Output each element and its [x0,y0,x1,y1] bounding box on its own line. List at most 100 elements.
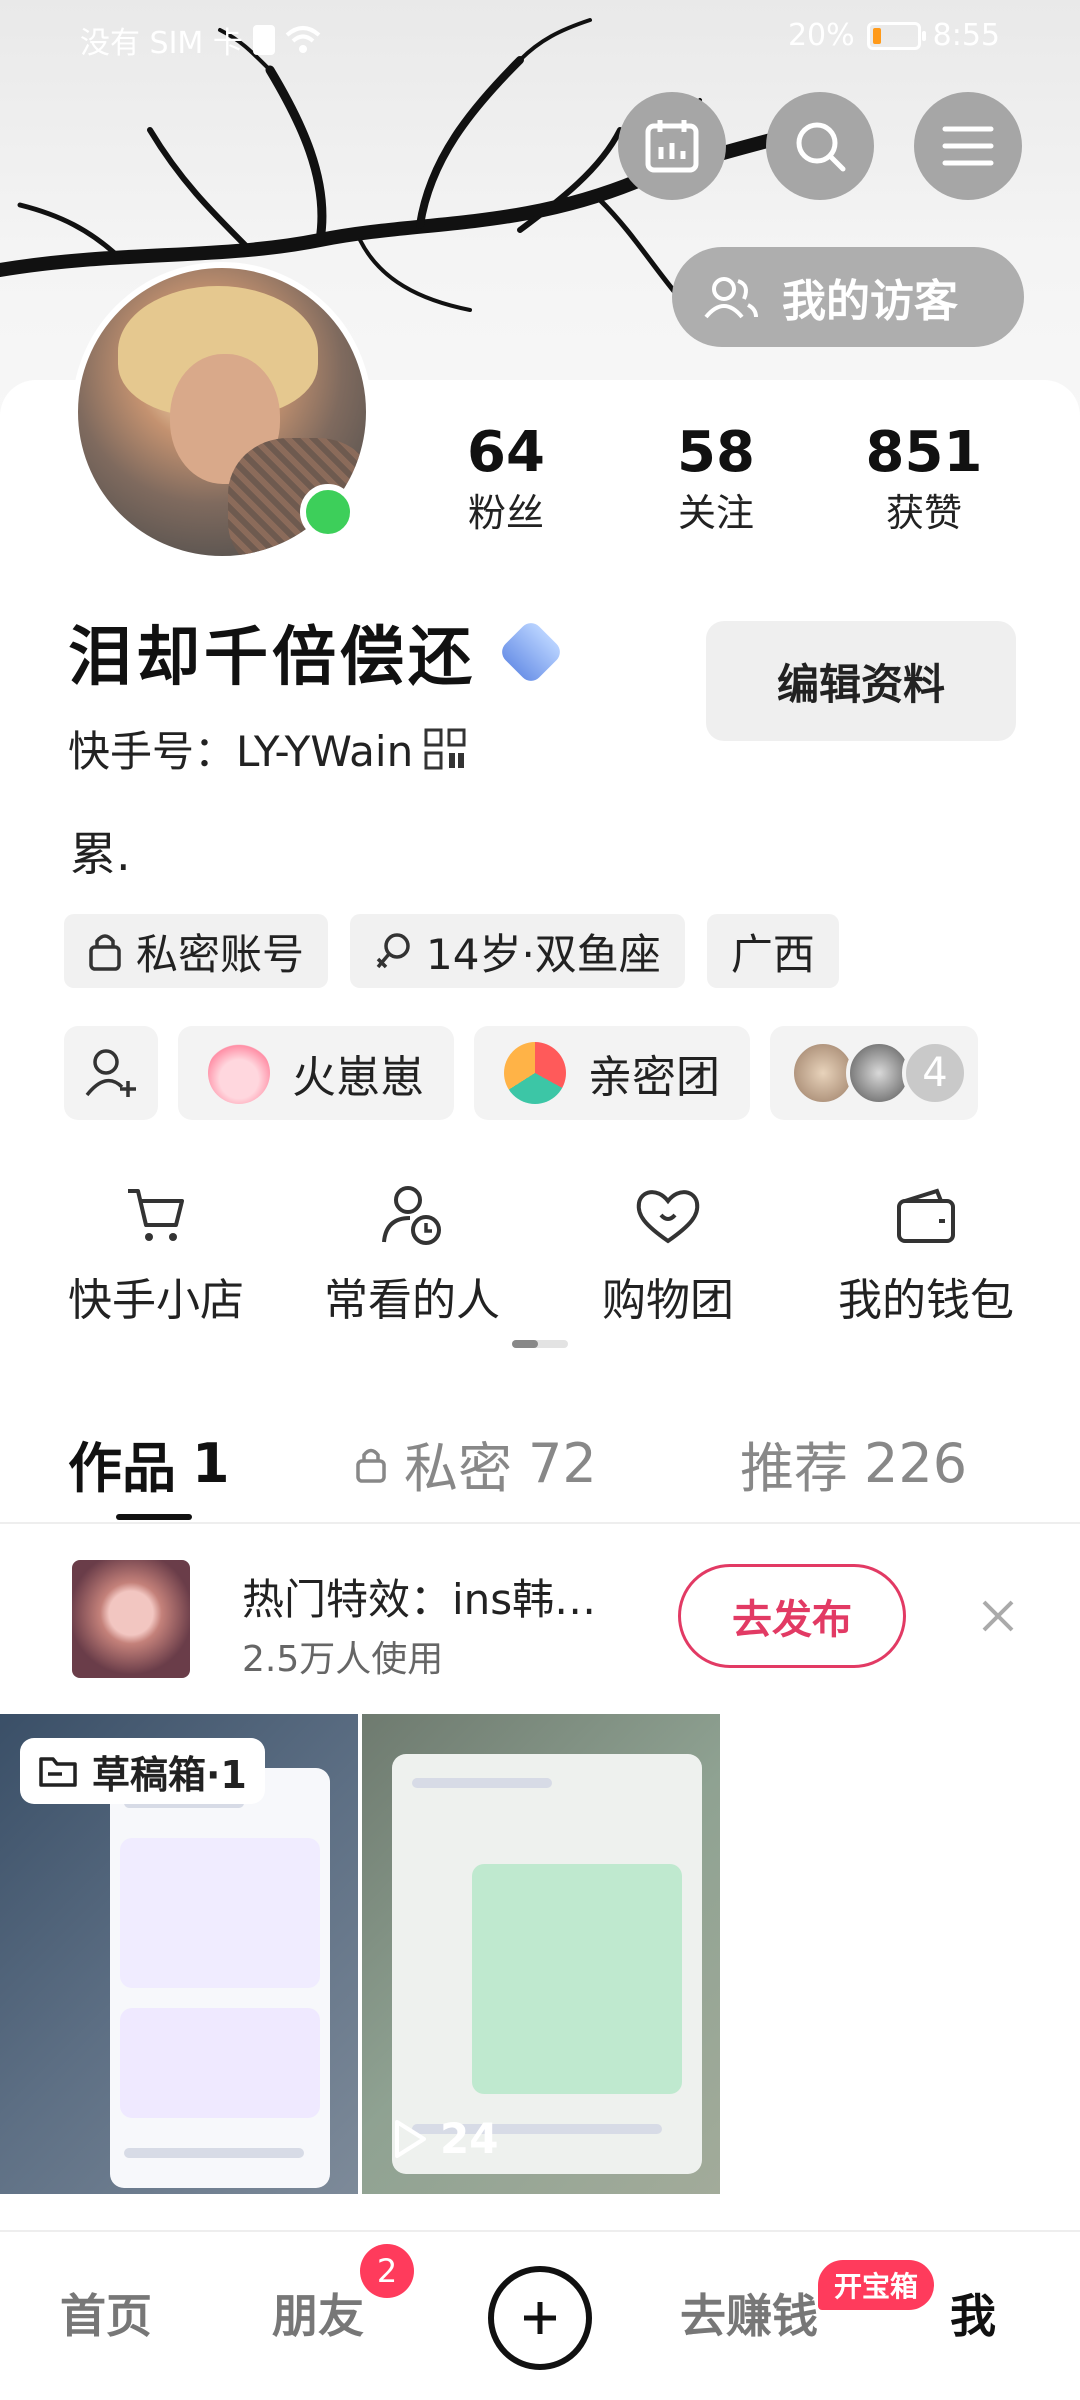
lock-icon [89,934,121,971]
search-icon [796,122,846,172]
calendar-icon [645,120,699,173]
shortcut-label: 购物团 [602,1275,734,1326]
nav-earn[interactable]: 去赚钱 [680,2280,818,2346]
nav-me[interactable]: 我 [950,2280,996,2346]
tag-age-zodiac[interactable]: 14岁·双鱼座 [350,914,685,988]
carrier-text: 没有 SIM 卡 [80,26,243,61]
fire-pet-button[interactable]: 火崽崽 [178,1026,454,1120]
stat-following[interactable]: 58 关注 [626,418,806,538]
create-button[interactable] [488,2266,592,2370]
screenshot-preview [110,1768,330,2188]
level-badge-icon[interactable] [497,618,565,686]
status-bar: 没有 SIM 卡 20% 8:55 [0,0,1080,72]
tab-label: 作品 [68,1437,176,1500]
effect-promo-banner: 热门特效：ins韩… 2.5万人使用 去发布 [0,1524,1080,1714]
nav-friends[interactable]: 朋友 [272,2280,364,2346]
kuaishou-id: 快手号：LY-YWain [68,727,414,776]
qr-code-icon [424,728,466,769]
tab-label: 推荐 [740,1437,848,1500]
add-user-icon [85,1049,136,1097]
gender-icon [376,933,410,969]
name-row: 泪却千倍偿还 [68,606,565,698]
person-clock-icon [382,1186,441,1245]
promo-subtitle: 2.5万人使用 [242,1639,444,1680]
works-grid: 草稿箱·1 24 [0,1714,1080,2194]
visitors-button[interactable]: 我的访客 [672,247,1024,347]
profile-bio: 累. [70,827,131,881]
plus-icon [524,2302,556,2334]
play-count-value: 24 [440,2114,499,2163]
heart-icon [636,1190,700,1244]
treasure-box-tag: 开宝箱 [818,2260,935,2310]
tab-private[interactable]: 私密 72 [354,1424,597,1503]
fire-pet-icon [208,1042,270,1104]
search-button[interactable] [766,92,874,200]
video-tile[interactable]: 24 [362,1714,720,2194]
promo-title: 热门特效：ins韩… [242,1575,597,1624]
tag-label: 广西 [730,929,815,979]
sim-alert-icon [252,25,275,55]
menu-button[interactable] [914,92,1022,200]
friends-more-count: 4 [902,1040,968,1106]
online-status-dot [300,484,356,540]
tab-recommended[interactable]: 推荐 226 [740,1424,967,1503]
stat-likes[interactable]: 851 获赞 [834,418,1014,538]
tag-label: 14岁·双鱼座 [426,929,661,979]
fire-pet-label: 火崽崽 [292,1052,424,1103]
add-friend-button[interactable] [64,1026,158,1120]
tab-count: 226 [864,1432,968,1495]
shortcut-wallet[interactable]: 我的钱包 [796,1176,1056,1328]
tab-works[interactable]: 作品 1 [68,1424,230,1503]
shortcut-page-indicator [512,1340,568,1348]
cart-icon [128,1189,184,1241]
tab-label: 私密 [404,1437,512,1500]
intimate-group-icon [504,1042,566,1104]
shortcut-shopping-group[interactable]: 购物团 [538,1176,798,1328]
bottom-navigation: 首页 朋友 2 去赚钱 开宝箱 我 [0,2230,1080,2400]
publish-button[interactable]: 去发布 [678,1564,906,1668]
tag-private-account[interactable]: 私密账号 [64,914,329,988]
tag-location[interactable]: 广西 [706,914,839,988]
wifi-icon [285,26,321,53]
clock: 8:55 [932,18,1000,53]
shortcut-label: 快手小店 [68,1275,244,1326]
stat-label: 获赞 [885,491,962,535]
intimate-group-button[interactable]: 亲密团 [474,1026,750,1120]
intimate-group-label: 亲密团 [588,1052,720,1103]
wallet-icon [897,1188,955,1243]
draft-box-text: 草稿箱·1 [92,1752,247,1797]
play-icon [395,2119,426,2158]
active-tab-indicator [116,1514,192,1520]
tab-count: 1 [192,1432,230,1495]
stat-label: 关注 [677,491,754,535]
play-count: 24 [392,2114,498,2163]
battery-icon [866,21,926,50]
folder-icon [39,1757,77,1787]
profile-tags: 私密账号 14岁·双鱼座 广西 [64,914,839,988]
stat-label: 粉丝 [467,491,544,535]
visitors-label: 我的访客 [782,276,958,327]
stat-fans[interactable]: 64 粉丝 [416,418,596,538]
draft-box-label: 草稿箱·1 [20,1738,265,1804]
kuaishou-id-row[interactable]: 快手号：LY-YWain [68,718,467,779]
battery-percent: 20% [787,18,855,53]
draft-box-tile[interactable]: 草稿箱·1 [0,1714,358,2194]
edit-profile-button[interactable]: 编辑资料 [706,621,1016,741]
shortcut-shop[interactable]: 快手小店 [26,1176,286,1328]
tab-count: 72 [528,1432,597,1495]
lock-icon [356,1448,386,1483]
visitors-icon [704,277,758,319]
close-icon[interactable] [978,1596,1018,1636]
content-tabs: 作品 1 私密 72 推荐 226 [0,1414,1080,1524]
shortcut-frequent-people[interactable]: 常看的人 [282,1176,542,1328]
screenshot-preview [392,1754,702,2174]
profile-pills: 火崽崽 亲密团 4 [64,1026,978,1120]
stat-value: 58 [677,420,755,485]
battery-fill [872,27,882,44]
calendar-button[interactable] [618,92,726,200]
profile-name: 泪却千倍偿还 [68,621,476,695]
nav-home[interactable]: 首页 [60,2280,152,2346]
stat-value: 851 [865,420,983,485]
effect-thumbnail[interactable] [72,1560,190,1678]
friends-avatars[interactable]: 4 [770,1026,978,1120]
